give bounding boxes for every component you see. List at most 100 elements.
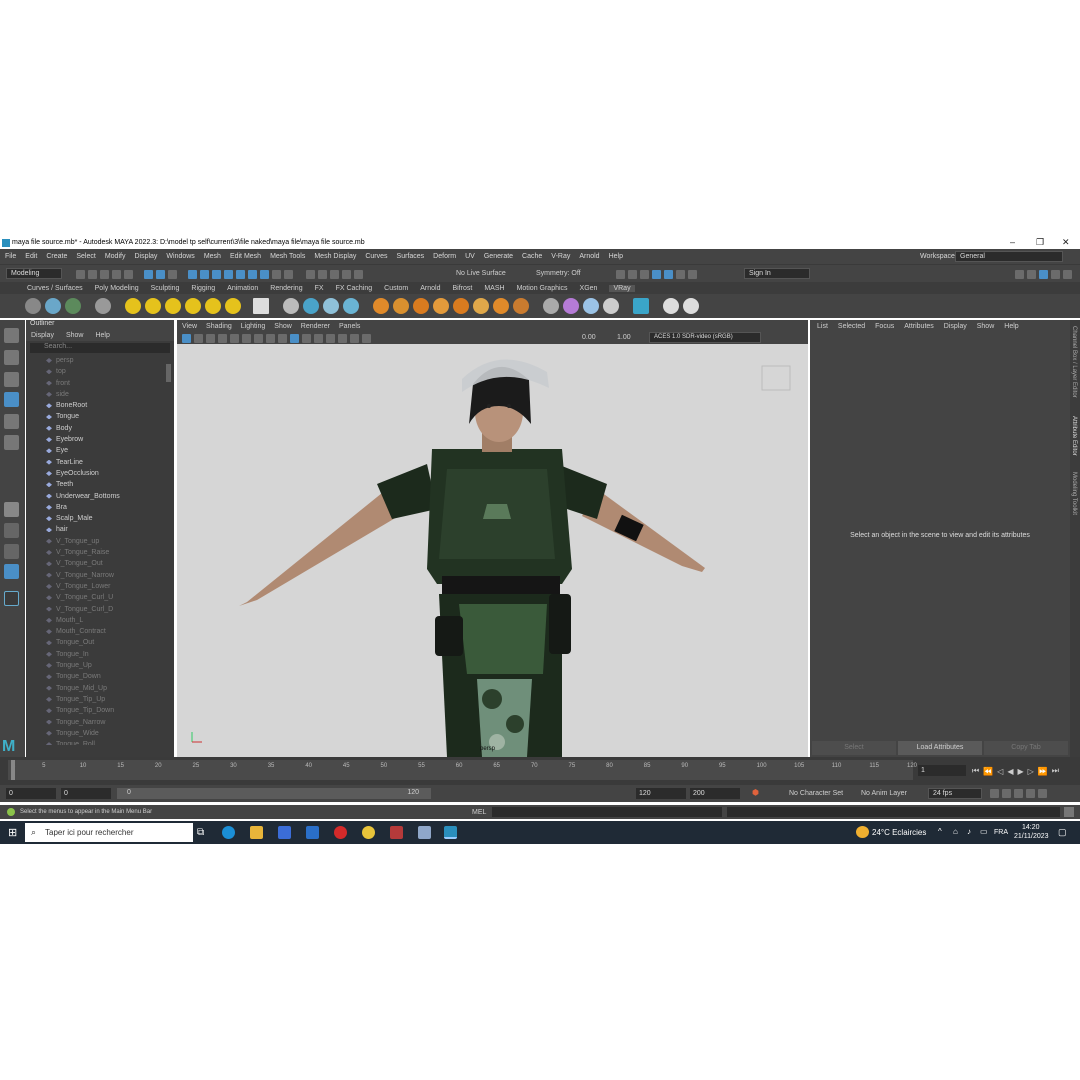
attribute-editor-icon[interactable] [1039,270,1048,279]
outliner-item[interactable]: front [26,378,174,389]
ae-menu-display[interactable]: Display [944,323,967,330]
copy-tab-button[interactable]: Copy Tab [984,741,1068,755]
viewport-menu-lighting[interactable]: Lighting [241,323,266,330]
modeling-toolkit-icon[interactable] [1015,270,1024,279]
outliner-item[interactable]: Tongue_Out [26,637,174,648]
snap-surface-icon[interactable] [236,270,245,279]
render-settings-icon[interactable] [330,270,339,279]
menu-mesh-tools[interactable]: Mesh Tools [270,253,305,260]
outliner-layout-icon[interactable] [4,564,19,579]
redo-icon[interactable] [124,270,133,279]
battery-icon[interactable]: ▭ [980,827,988,836]
restore-icon[interactable]: ❐ [1036,237,1044,248]
select-button[interactable]: Select [812,741,896,755]
vray-lens-icon[interactable] [603,298,619,314]
shadows-icon[interactable] [326,334,335,343]
menu-windows[interactable]: Windows [166,253,194,260]
pause-icon[interactable] [688,270,697,279]
tab-sculpting[interactable]: Sculpting [151,285,180,292]
menu-mesh[interactable]: Mesh [204,253,221,260]
safe-action-icon[interactable] [266,334,275,343]
outliner-item[interactable]: Tongue_Narrow [26,717,174,728]
tab-rigging[interactable]: Rigging [191,285,215,292]
snap-point-icon[interactable] [212,270,221,279]
search-icon[interactable] [4,591,19,606]
lasso-tool-icon[interactable] [4,350,19,365]
outliner-item[interactable]: Tongue_Up [26,660,174,671]
outliner-item[interactable]: Tongue_Mid_Up [26,683,174,694]
outliner-item[interactable]: hair [26,524,174,535]
outliner-menu-help[interactable]: Help [95,332,109,339]
render-view-icon[interactable] [640,270,649,279]
vray-texture-icon[interactable] [433,298,449,314]
close-icon[interactable]: ✕ [1062,237,1070,248]
tab-channel-box[interactable]: Channel Box / Layer Editor [1071,326,1077,398]
character-set-dropdown[interactable]: No Character Set [789,790,843,797]
tab-attribute-editor[interactable]: Attribute Editor [1071,416,1077,456]
outliner-item[interactable]: Body [26,423,174,434]
mel-label[interactable]: MEL [472,809,486,816]
ae-menu-attributes[interactable]: Attributes [904,323,934,330]
vray-multimatte-icon[interactable] [563,298,579,314]
viewport-menu-show[interactable]: Show [274,323,292,330]
vray-object-properties-icon[interactable] [543,298,559,314]
channel-box-toggle-icon[interactable] [1063,270,1072,279]
channel-box-icon[interactable] [628,270,637,279]
outliner-item[interactable]: top [26,366,174,377]
minimize-icon[interactable]: – [1010,237,1015,247]
clock-date[interactable]: 21/11/2023 [1014,833,1049,840]
vray-material-icon[interactable] [473,298,489,314]
menu-surfaces[interactable]: Surfaces [397,253,425,260]
snap-curve-icon[interactable] [200,270,209,279]
viewport-persp[interactable]: persp [177,344,808,757]
ae-menu-show[interactable]: Show [977,323,995,330]
script-editor-icon[interactable] [1064,807,1074,817]
outliner-item[interactable]: Tongue_Tip_Down [26,705,174,716]
menu-select[interactable]: Select [76,253,95,260]
outliner-item[interactable]: Mouth_L [26,615,174,626]
live-surface-label[interactable]: No Live Surface [456,270,506,277]
animation-end-field[interactable]: 200 [690,788,740,799]
vray-proxy-icon[interactable] [283,298,299,314]
mail-icon[interactable] [306,826,319,839]
symmetry-label[interactable]: Symmetry: Off [536,270,581,277]
tab-arnold[interactable]: Arnold [420,285,440,292]
tab-motion-graphics[interactable]: Motion Graphics [517,285,568,292]
task-view-icon[interactable]: ⧉ [197,827,204,838]
tool-settings-toggle-icon[interactable] [1051,270,1060,279]
windows-start-icon[interactable]: ⊞ [8,826,17,839]
vray-plane-icon[interactable] [253,298,269,314]
move-tool-icon[interactable] [4,392,19,407]
vray-scene-icon[interactable] [323,298,339,314]
snap-center-icon[interactable] [248,270,257,279]
ae-menu-focus[interactable]: Focus [875,323,894,330]
viewport-menu-renderer[interactable]: Renderer [301,323,330,330]
ae-menu-help[interactable]: Help [1004,323,1018,330]
open-scene-icon[interactable] [88,270,97,279]
current-frame-field[interactable]: 1 [918,765,966,776]
resolution-gate-icon[interactable] [254,334,263,343]
outliner-item[interactable]: persp [26,355,174,366]
outliner-search-input[interactable]: Search... [30,343,170,353]
outliner-item[interactable]: Tongue_Wide [26,728,174,739]
color-space-dropdown[interactable]: ACES 1.0 SDR-video (sRGB) [649,332,761,343]
outliner-item[interactable]: Mouth_Contract [26,626,174,637]
select-component-icon[interactable] [168,270,177,279]
fps-dropdown[interactable]: 24 fps [928,788,982,799]
outliner-item[interactable]: Tongue [26,411,174,422]
scale-tool-icon[interactable] [4,435,19,450]
playback-start-field[interactable]: 0 [61,788,111,799]
xray-icon[interactable] [350,334,359,343]
menu-mesh-display[interactable]: Mesh Display [314,253,356,260]
menu-display[interactable]: Display [134,253,157,260]
notifications-icon[interactable]: ▢ [1058,827,1067,838]
paint-select-icon[interactable] [4,372,19,387]
select-tool-icon[interactable] [4,328,19,343]
menu-arnold[interactable]: Arnold [579,253,599,260]
menu-cache[interactable]: Cache [522,253,542,260]
menu-edit[interactable]: Edit [25,253,37,260]
menu-uv[interactable]: UV [465,253,475,260]
maya-taskbar-icon[interactable] [444,826,457,839]
vray-grid-icon[interactable] [453,298,469,314]
vray-fur-icon[interactable] [303,298,319,314]
